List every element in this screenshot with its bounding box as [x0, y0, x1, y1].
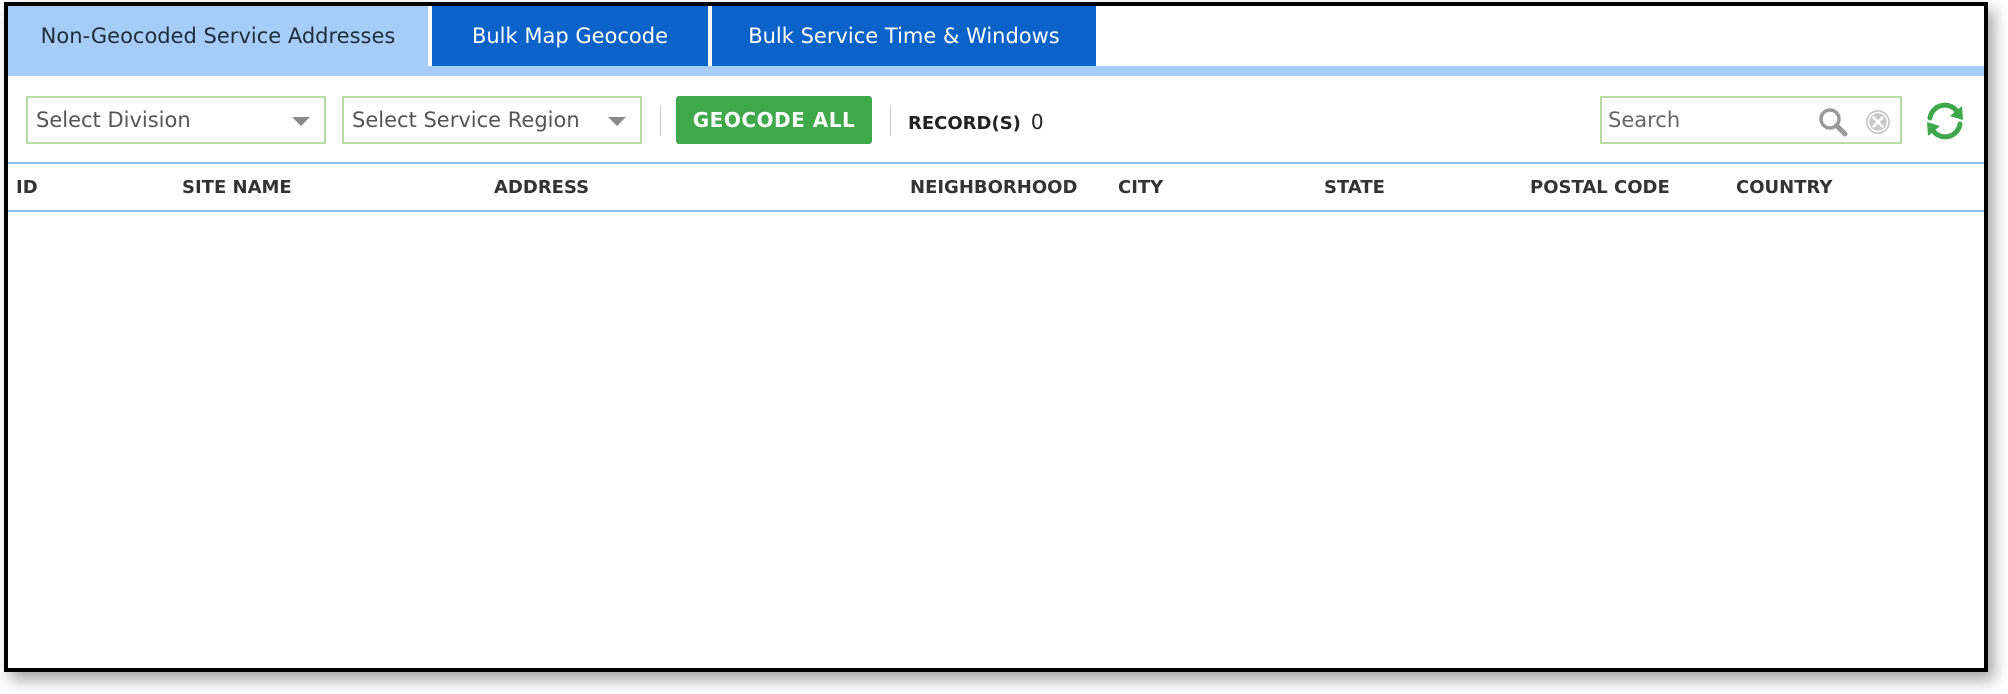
toolbar-divider	[890, 106, 891, 136]
service-region-select[interactable]: Select Service Region	[342, 96, 642, 144]
column-header-city[interactable]: CITY	[1118, 177, 1163, 198]
search-input[interactable]	[1608, 104, 1808, 136]
column-header-neighborhood[interactable]: NEIGHBORHOOD	[910, 177, 1077, 198]
chevron-down-icon	[292, 117, 310, 126]
column-header-state[interactable]: STATE	[1324, 177, 1385, 198]
records-counter: RECORD(S) 0	[908, 110, 1044, 134]
toolbar-divider	[660, 106, 661, 136]
records-label: RECORD(S)	[908, 113, 1021, 134]
grid-body	[8, 212, 1984, 668]
column-header-country[interactable]: COUNTRY	[1736, 177, 1832, 198]
refresh-icon[interactable]	[1922, 98, 1968, 144]
chevron-down-icon	[608, 117, 626, 126]
tab-non-geocoded-service-addresses[interactable]: Non-Geocoded Service Addresses	[8, 6, 428, 66]
records-count: 0	[1030, 110, 1044, 134]
search-icon[interactable]	[1818, 107, 1848, 137]
tab-bulk-map-geocode[interactable]: Bulk Map Geocode	[432, 6, 708, 66]
column-header-site-name[interactable]: SITE NAME	[182, 177, 292, 198]
app-window: Non-Geocoded Service Addresses Bulk Map …	[4, 2, 1988, 672]
grid-header: ID SITE NAME ADDRESS NEIGHBORHOOD CITY S…	[8, 162, 1984, 212]
tab-bar: Non-Geocoded Service Addresses Bulk Map …	[8, 6, 1984, 78]
geocode-all-button[interactable]: GEOCODE ALL	[676, 96, 872, 144]
tab-bulk-service-time-windows[interactable]: Bulk Service Time & Windows	[712, 6, 1096, 66]
service-region-select-value: Select Service Region	[352, 108, 580, 132]
column-header-address[interactable]: ADDRESS	[494, 177, 589, 198]
clear-icon[interactable]	[1864, 108, 1892, 136]
column-header-postal-code[interactable]: POSTAL CODE	[1530, 177, 1670, 198]
toolbar: Select Division Select Service Region GE…	[8, 76, 1984, 162]
column-header-id[interactable]: ID	[16, 177, 38, 198]
search-box	[1600, 96, 1902, 144]
tab-underline	[8, 66, 1984, 76]
division-select[interactable]: Select Division	[26, 96, 326, 144]
division-select-value: Select Division	[36, 108, 191, 132]
